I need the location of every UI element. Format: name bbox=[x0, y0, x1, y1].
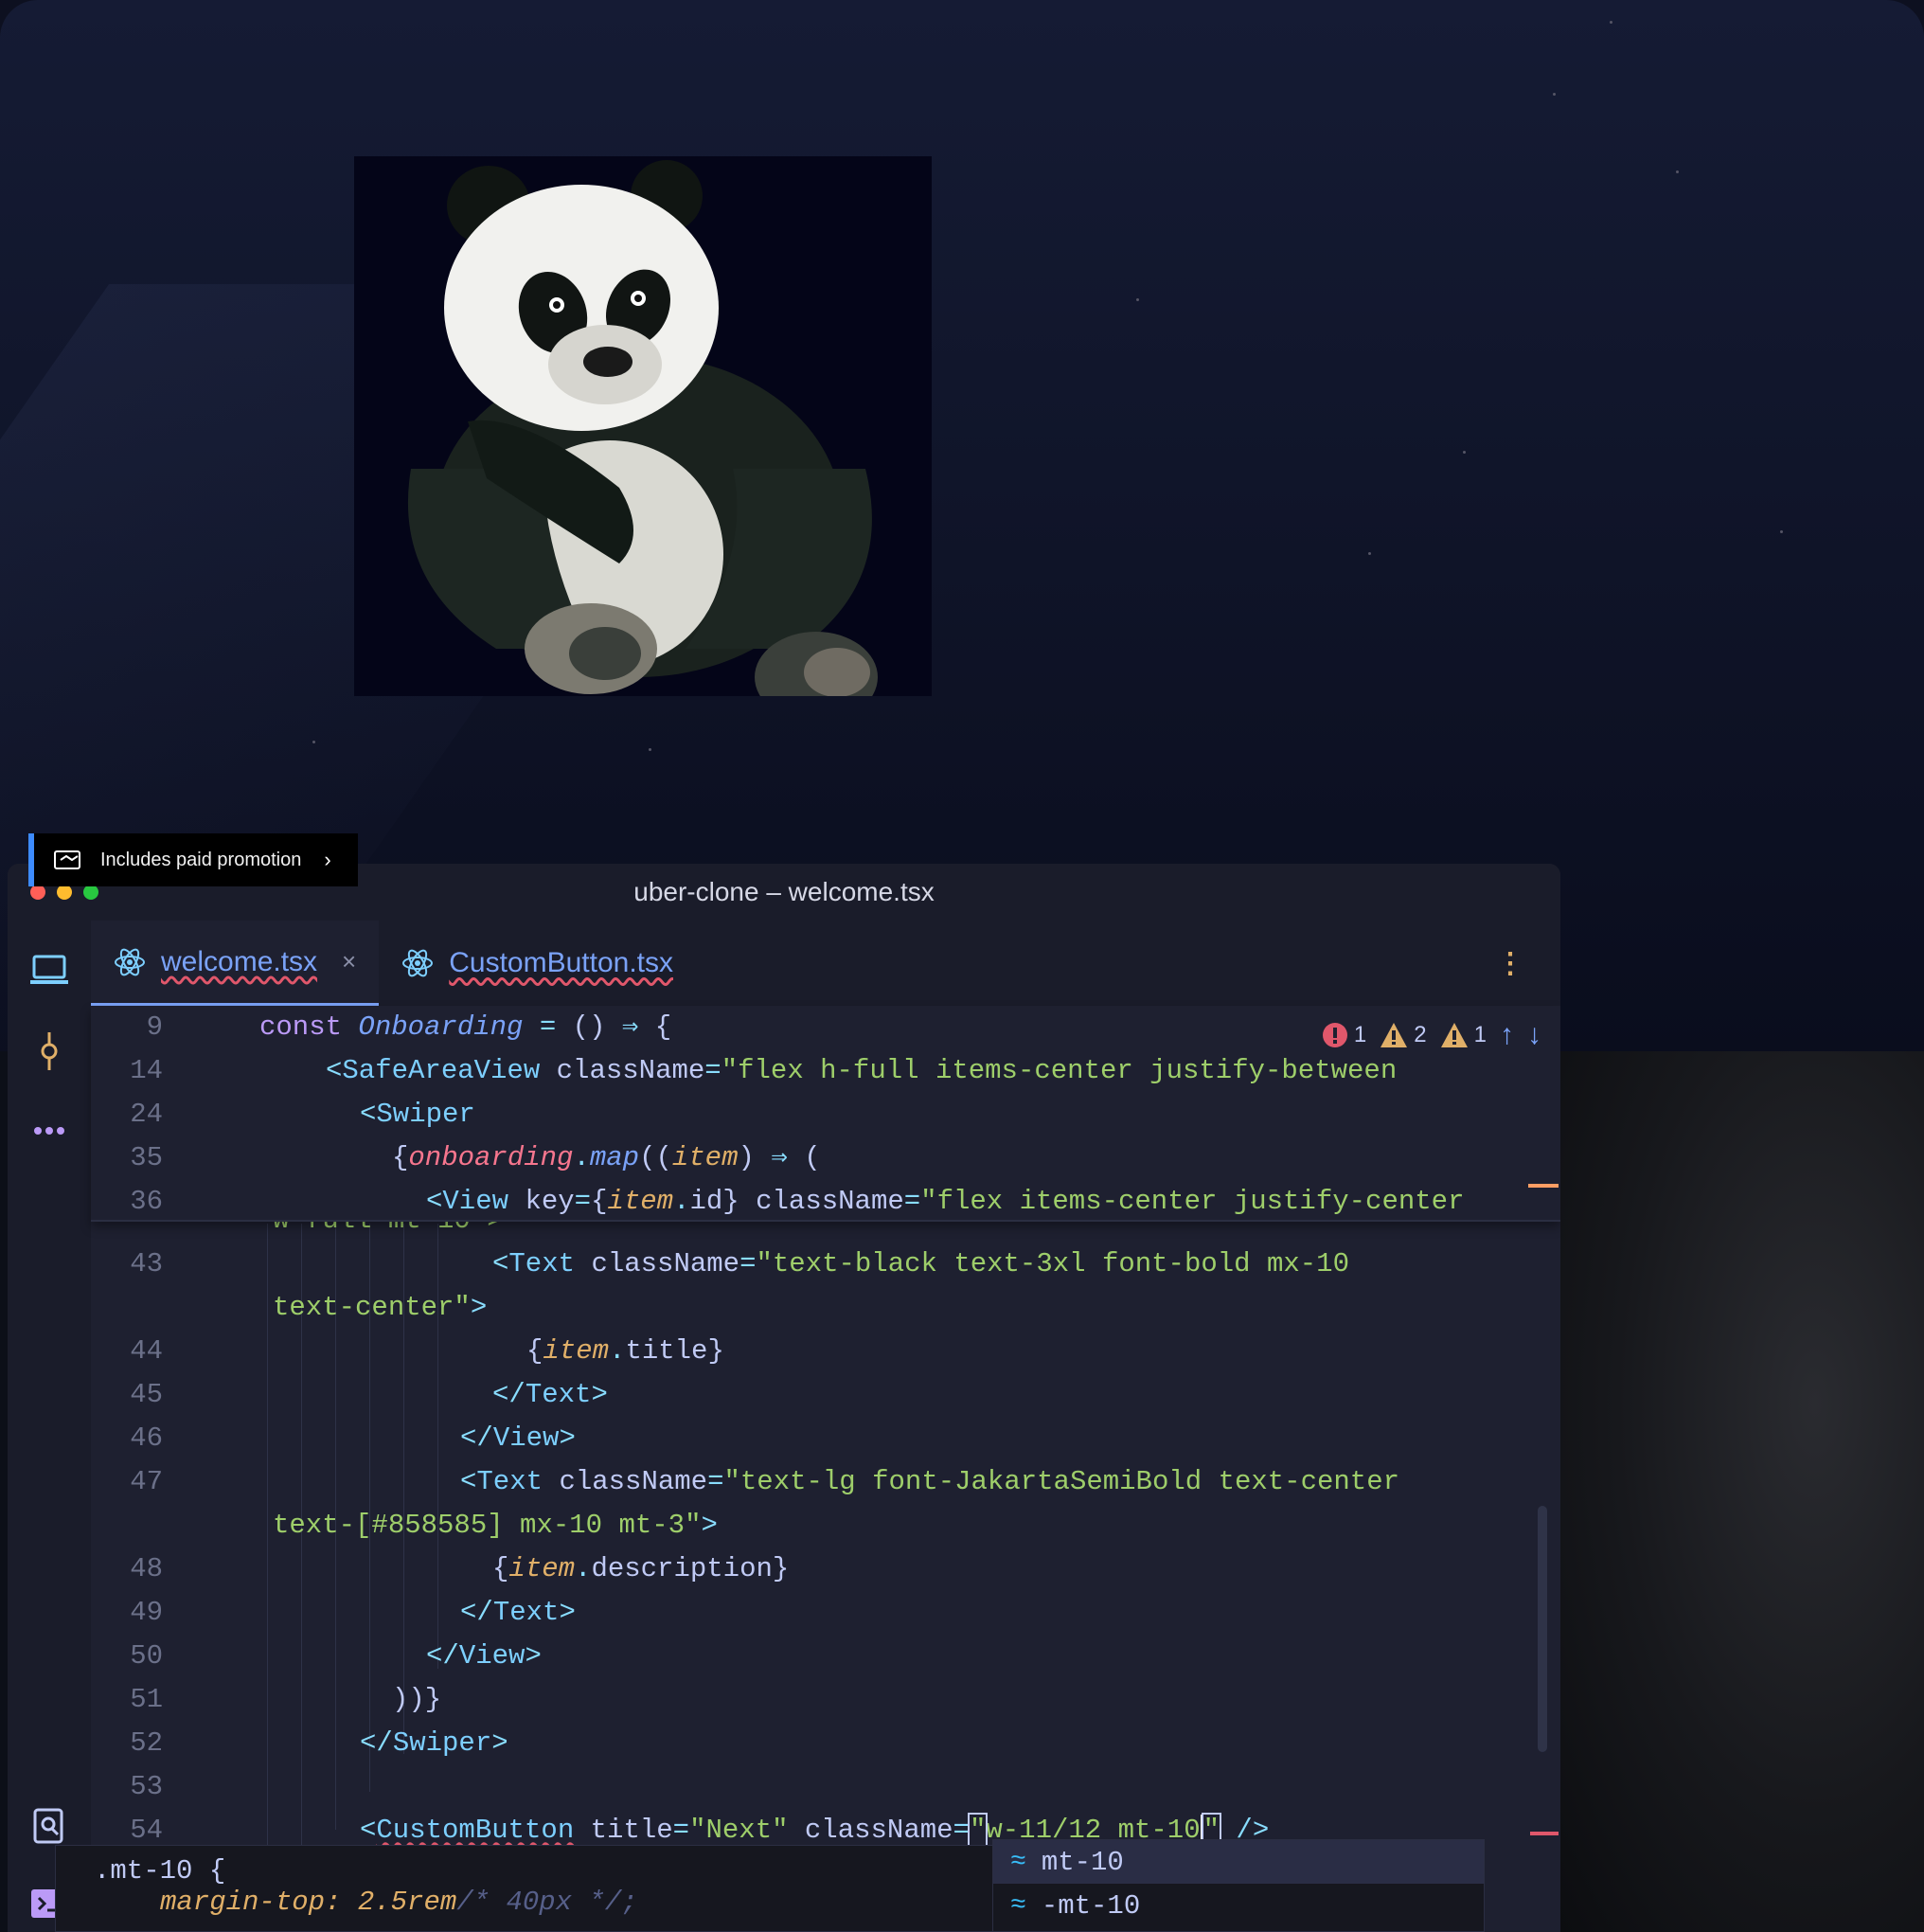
ide-window: uber-clone – welcome.tsx welcome.tsx × C… bbox=[8, 864, 1560, 1932]
star bbox=[1553, 93, 1556, 96]
chevron-right-icon: › bbox=[324, 848, 331, 871]
more-tools-icon[interactable] bbox=[28, 1110, 70, 1152]
promotion-icon bbox=[54, 850, 80, 869]
error-icon bbox=[1322, 1023, 1347, 1047]
weak-warning-icon bbox=[1440, 1023, 1468, 1047]
maximize-window-button[interactable] bbox=[83, 885, 98, 900]
panda-image bbox=[354, 156, 932, 723]
code-line: 51))} bbox=[130, 1684, 442, 1715]
inspection-widget[interactable]: 1 2 1 ↑ ↓ bbox=[1322, 1019, 1541, 1051]
error-count[interactable]: 1 bbox=[1322, 1022, 1366, 1048]
suggestion-item[interactable]: ≈ -mt-10 bbox=[993, 1884, 1484, 1927]
project-icon[interactable] bbox=[28, 949, 70, 991]
vertical-scrollbar[interactable] bbox=[1538, 1506, 1547, 1752]
star bbox=[649, 748, 651, 751]
previous-problem-icon[interactable]: ↑ bbox=[1500, 1019, 1514, 1051]
autocomplete-list: ≈ mt-10 ≈ -mt-10 bbox=[992, 1839, 1485, 1932]
star bbox=[312, 741, 315, 743]
star bbox=[1610, 21, 1612, 24]
code-line: 47 <Text className="text-lg font-JakartaS… bbox=[130, 1466, 1400, 1497]
next-problem-icon[interactable]: ↓ bbox=[1527, 1019, 1541, 1051]
code-line: 45 </Text> bbox=[130, 1379, 608, 1410]
sticky-scroll-header: 9 const Onboarding = () ⇒ { 14 <SafeAreaVi… bbox=[91, 1006, 1560, 1222]
window-controls bbox=[30, 885, 98, 900]
tab-options-icon[interactable]: ⋮ bbox=[1496, 947, 1524, 980]
git-commit-icon[interactable] bbox=[28, 1030, 70, 1072]
tailwind-icon: ≈ bbox=[1010, 1847, 1026, 1877]
tab-label: CustomButton.tsx bbox=[449, 947, 673, 978]
search-icon[interactable] bbox=[28, 1805, 70, 1847]
suggestion-item[interactable]: ≈ mt-10 bbox=[993, 1840, 1484, 1884]
doc-selector: .mt-10 { bbox=[94, 1855, 226, 1887]
activity-bar bbox=[8, 921, 91, 1932]
tab-label: welcome.tsx bbox=[161, 945, 318, 977]
code-line: 14 <SafeAreaView className="flex h-full i… bbox=[130, 1055, 1398, 1086]
doc-property: margin-top: 2.5rem/* 40px */; bbox=[160, 1887, 638, 1918]
star bbox=[1463, 451, 1466, 454]
code-line: 36 <View key={item.id} className="flex it… bbox=[130, 1186, 1465, 1217]
star bbox=[1368, 552, 1371, 555]
blurred-background bbox=[1560, 1051, 1924, 1932]
window-title: uber-clone – welcome.tsx bbox=[633, 877, 935, 906]
code-line: 44 {item.title} bbox=[130, 1335, 724, 1367]
error-marker bbox=[1530, 1832, 1559, 1835]
code-line: text-[#858585] mx-10 mt-3"> bbox=[273, 1510, 718, 1541]
code-editor[interactable]: 9 const Onboarding = () ⇒ { 14 <SafeAreaVi… bbox=[91, 1006, 1560, 1932]
tailwind-icon: ≈ bbox=[1010, 1890, 1026, 1921]
code-line: 24 <Swiper bbox=[130, 1099, 475, 1130]
code-line: 43 <Text className="text-black text-3xl f… bbox=[130, 1248, 1349, 1279]
code-line: 48 {item.description} bbox=[130, 1553, 790, 1584]
react-icon bbox=[402, 949, 434, 977]
code-line: text-center"> bbox=[273, 1292, 488, 1323]
change-marker bbox=[1528, 1184, 1559, 1188]
code-line: 52 </Swiper> bbox=[130, 1727, 508, 1759]
paid-promotion-banner[interactable]: Includes paid promotion › bbox=[28, 833, 358, 886]
code-line: 50 </View> bbox=[130, 1640, 542, 1672]
weak-warning-count[interactable]: 1 bbox=[1440, 1022, 1487, 1048]
star bbox=[1780, 530, 1783, 533]
tab-welcome[interactable]: welcome.tsx × bbox=[91, 921, 380, 1006]
close-tab-button[interactable]: × bbox=[342, 947, 356, 976]
star bbox=[1136, 298, 1139, 301]
promotion-label: Includes paid promotion bbox=[100, 849, 302, 870]
tab-bar: welcome.tsx × CustomButton.tsx ⋮ bbox=[91, 921, 1560, 1006]
code-line: 46 </View> bbox=[130, 1422, 576, 1454]
tab-custombutton[interactable]: CustomButton.tsx bbox=[379, 921, 696, 1006]
star bbox=[1676, 170, 1679, 173]
minimize-window-button[interactable] bbox=[57, 885, 72, 900]
react-icon bbox=[115, 948, 145, 975]
close-window-button[interactable] bbox=[30, 885, 45, 900]
warning-count[interactable]: 2 bbox=[1380, 1022, 1427, 1048]
css-hover-doc: .mt-10 { margin-top: 2.5rem/* 40px */; bbox=[55, 1845, 1002, 1932]
warning-icon bbox=[1381, 1023, 1408, 1047]
code-line: 53 bbox=[130, 1771, 163, 1802]
code-line: 49 </Text> bbox=[130, 1597, 576, 1628]
code-line: 35 {onboarding.map((item) ⇒ ( bbox=[130, 1142, 821, 1173]
